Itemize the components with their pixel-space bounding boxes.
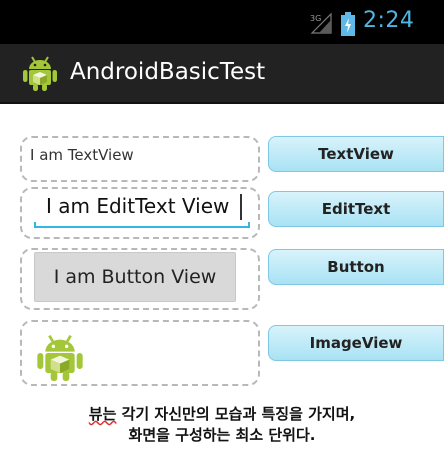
edit-text-field[interactable]: I am EditText View [46,194,229,218]
android-app-icon[interactable] [22,54,58,92]
caption-line-1: 뷰는 각기 자신만의 모습과 특징을 가지며, [0,404,444,425]
button-view[interactable]: I am Button View [34,252,236,302]
edit-text-underline [34,222,250,228]
caption-line-1-rest: 각기 자신만의 모습과 특징을 가지며, [116,405,356,423]
battery-icon [341,12,355,36]
status-time: 2:24 [363,8,415,33]
signal-icon: 3G [310,12,332,34]
label-imageview: ImageView [268,325,444,361]
caption-line-2: 화면을 구성하는 최소 단위다. [128,426,316,444]
label-textview: TextView [268,136,444,172]
label-button: Button [268,249,444,285]
app-title: AndroidBasicTest [70,59,266,85]
caption-underlined-word: 뷰는 [88,405,117,423]
text-cursor [240,194,242,220]
network-type-label: 3G [310,14,321,23]
text-view: I am TextView [30,146,134,164]
android-image-view [37,334,83,381]
caption: 뷰는 각기 자신만의 모습과 특징을 가지며, 화면을 구성하는 최소 단위다. [0,404,444,446]
label-edittext: EditText [268,191,444,227]
